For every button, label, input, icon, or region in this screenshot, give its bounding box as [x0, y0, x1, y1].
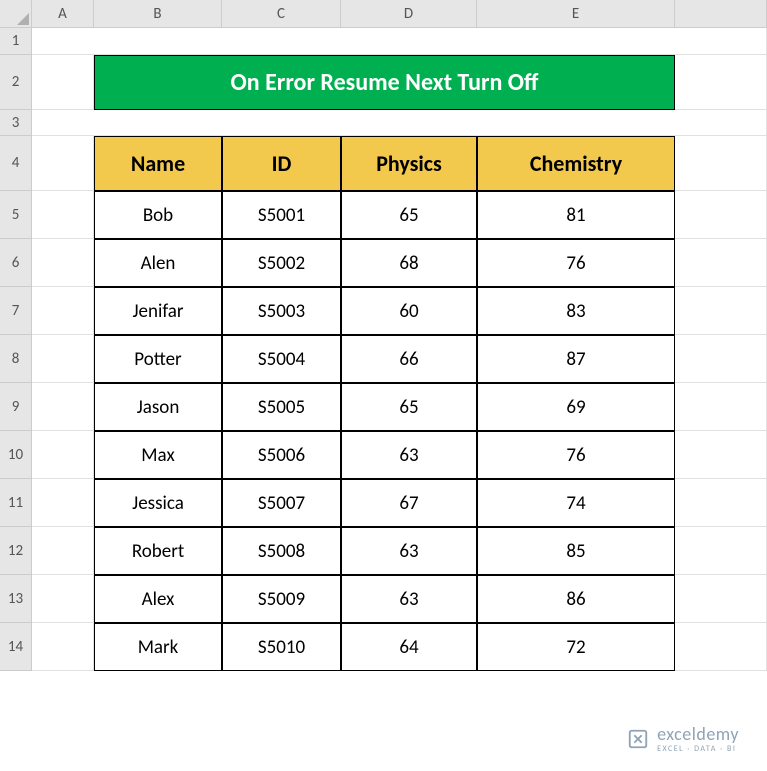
spreadsheet-grid: A B C D E 1 2 On Error Resume Next Turn …: [0, 0, 767, 671]
cell[interactable]: [675, 383, 767, 431]
table-cell[interactable]: 74: [477, 479, 675, 527]
table-cell[interactable]: 76: [477, 431, 675, 479]
th-name[interactable]: Name: [94, 136, 222, 191]
table-cell[interactable]: Jenifar: [94, 287, 222, 335]
cell[interactable]: [32, 479, 94, 527]
table-cell[interactable]: 69: [477, 383, 675, 431]
table-cell[interactable]: 63: [341, 431, 477, 479]
table-cell[interactable]: 60: [341, 287, 477, 335]
table-cell[interactable]: S5007: [222, 479, 341, 527]
cell[interactable]: [32, 383, 94, 431]
table-cell[interactable]: 81: [477, 191, 675, 239]
cell[interactable]: [675, 287, 767, 335]
cell[interactable]: [675, 136, 767, 191]
table-cell[interactable]: 66: [341, 335, 477, 383]
watermark-sub: EXCEL · DATA · BI: [657, 745, 739, 753]
table-cell[interactable]: 63: [341, 527, 477, 575]
table-cell[interactable]: 67: [341, 479, 477, 527]
select-all-corner[interactable]: [0, 0, 32, 28]
cell[interactable]: [675, 527, 767, 575]
cell[interactable]: [32, 239, 94, 287]
cell[interactable]: [32, 136, 94, 191]
col-header-a[interactable]: A: [32, 0, 94, 28]
cell[interactable]: [675, 623, 767, 671]
row-header-7[interactable]: 7: [0, 287, 32, 335]
row-header-6[interactable]: 6: [0, 239, 32, 287]
table-cell[interactable]: 85: [477, 527, 675, 575]
table-cell[interactable]: S5009: [222, 575, 341, 623]
table-cell[interactable]: 63: [341, 575, 477, 623]
table-cell[interactable]: S5006: [222, 431, 341, 479]
row-header-8[interactable]: 8: [0, 335, 32, 383]
title-banner: On Error Resume Next Turn Off: [94, 55, 675, 110]
row-header-13[interactable]: 13: [0, 575, 32, 623]
cell[interactable]: [32, 575, 94, 623]
table-cell[interactable]: S5002: [222, 239, 341, 287]
table-cell[interactable]: 87: [477, 335, 675, 383]
col-header-c[interactable]: C: [222, 0, 341, 28]
cell[interactable]: [32, 28, 767, 55]
th-physics[interactable]: Physics: [341, 136, 477, 191]
cell[interactable]: [675, 239, 767, 287]
cell[interactable]: [32, 287, 94, 335]
exceldemy-icon: [627, 728, 649, 750]
watermark: exceldemy EXCEL · DATA · BI: [627, 725, 739, 753]
row-header-2[interactable]: 2: [0, 55, 32, 110]
col-header-d[interactable]: D: [341, 0, 477, 28]
cell[interactable]: [675, 55, 767, 110]
col-header-b[interactable]: B: [94, 0, 222, 28]
cell[interactable]: [32, 527, 94, 575]
row-header-11[interactable]: 11: [0, 479, 32, 527]
cell[interactable]: [675, 191, 767, 239]
cell[interactable]: [32, 55, 94, 110]
table-cell[interactable]: Alex: [94, 575, 222, 623]
th-chemistry[interactable]: Chemistry: [477, 136, 675, 191]
table-cell[interactable]: Max: [94, 431, 222, 479]
table-cell[interactable]: 65: [341, 191, 477, 239]
cell[interactable]: [32, 110, 767, 136]
row-header-3[interactable]: 3: [0, 110, 32, 136]
table-cell[interactable]: 65: [341, 383, 477, 431]
table-cell[interactable]: S5003: [222, 287, 341, 335]
table-cell[interactable]: Bob: [94, 191, 222, 239]
table-cell[interactable]: Mark: [94, 623, 222, 671]
table-cell[interactable]: 64: [341, 623, 477, 671]
table-cell[interactable]: S5010: [222, 623, 341, 671]
cell[interactable]: [32, 623, 94, 671]
table-cell[interactable]: Jessica: [94, 479, 222, 527]
table-cell[interactable]: S5001: [222, 191, 341, 239]
table-cell[interactable]: Potter: [94, 335, 222, 383]
row-header-1[interactable]: 1: [0, 28, 32, 55]
cell[interactable]: [32, 191, 94, 239]
table-cell[interactable]: Robert: [94, 527, 222, 575]
table-cell[interactable]: 68: [341, 239, 477, 287]
row-header-4[interactable]: 4: [0, 136, 32, 191]
row-header-10[interactable]: 10: [0, 431, 32, 479]
watermark-main: exceldemy: [657, 725, 739, 743]
cell[interactable]: [675, 479, 767, 527]
cell[interactable]: [675, 335, 767, 383]
table-cell[interactable]: Jason: [94, 383, 222, 431]
row-header-12[interactable]: 12: [0, 527, 32, 575]
cell[interactable]: [32, 431, 94, 479]
table-cell[interactable]: 86: [477, 575, 675, 623]
row-header-5[interactable]: 5: [0, 191, 32, 239]
table-cell[interactable]: 83: [477, 287, 675, 335]
table-cell[interactable]: 76: [477, 239, 675, 287]
cell[interactable]: [675, 575, 767, 623]
table-cell[interactable]: S5004: [222, 335, 341, 383]
table-cell[interactable]: S5005: [222, 383, 341, 431]
row-header-14[interactable]: 14: [0, 623, 32, 671]
table-cell[interactable]: Alen: [94, 239, 222, 287]
cell[interactable]: [675, 431, 767, 479]
row-header-9[interactable]: 9: [0, 383, 32, 431]
col-header-e[interactable]: E: [477, 0, 675, 28]
col-header-f[interactable]: [675, 0, 767, 28]
th-id[interactable]: ID: [222, 136, 341, 191]
table-cell[interactable]: S5008: [222, 527, 341, 575]
table-cell[interactable]: 72: [477, 623, 675, 671]
cell[interactable]: [32, 335, 94, 383]
